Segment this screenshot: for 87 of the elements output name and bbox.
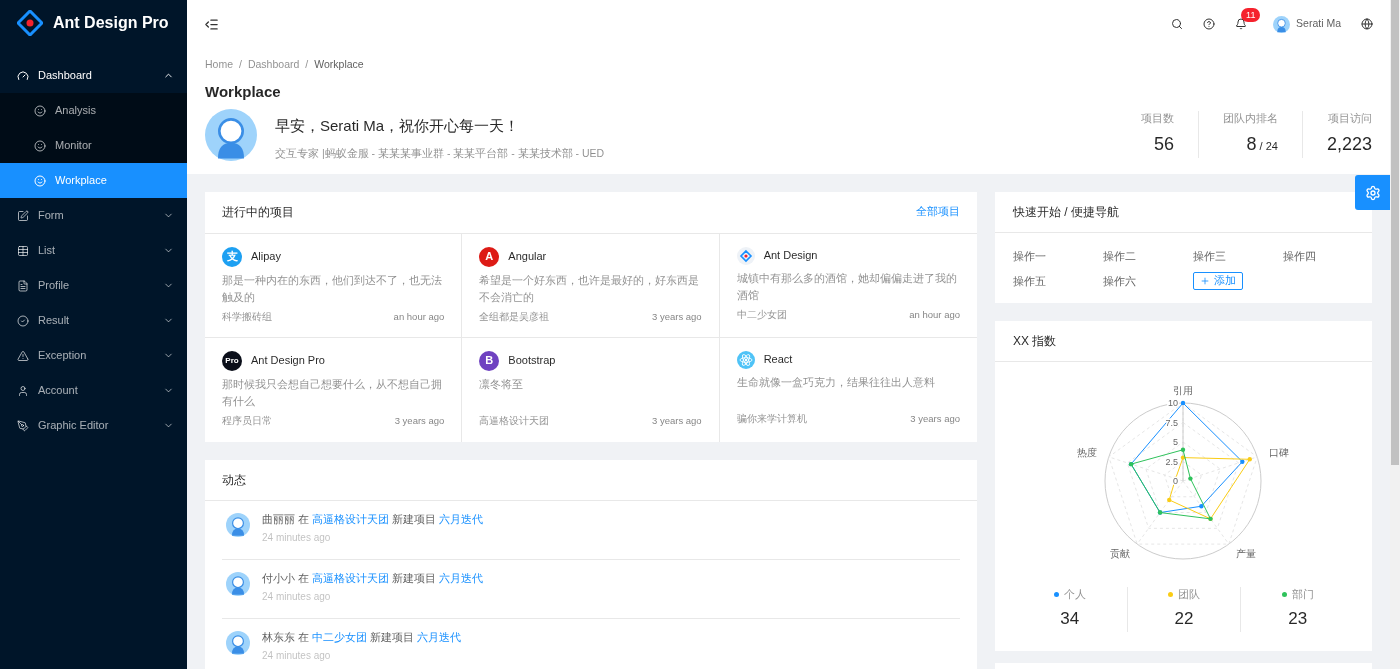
breadcrumb-item: Workplace xyxy=(314,57,364,72)
project-description: 那时候我只会想自己想要什么，从不想自己拥有什么 xyxy=(222,376,443,409)
greeting: 早安，Serati Ma，祝你开心每一天！ xyxy=(275,116,521,137)
quick-link[interactable]: 操作三 xyxy=(1193,246,1283,265)
page-title: Workplace xyxy=(205,81,282,102)
stat-value: 2,223 xyxy=(1326,133,1372,156)
axis-label: 贡献 xyxy=(1109,547,1130,559)
menu-item[interactable]: Form xyxy=(0,198,187,233)
project-card[interactable]: Pro Ant Design Pro 那时候我只会想自己想要什么，从不想自己拥有什么 程序员日常 3 years ago xyxy=(205,337,463,442)
user-title: 交互专家 |蚂蚁金服 - 某某某事业群 - 某某平台部 - 某某技术部 - UED xyxy=(275,145,605,161)
activity-text: 林东东 在 中二少女团 新建项目 六月迭代 xyxy=(262,629,461,645)
submenu-item[interactable]: Monitor xyxy=(0,128,187,163)
user-name[interactable]: Serati Ma xyxy=(1296,16,1341,32)
project-name: Angular xyxy=(508,249,547,265)
notification-badge: 11 xyxy=(1241,8,1261,22)
project-logo: B xyxy=(479,350,500,371)
card-title: 快速开始 / 便捷导航 xyxy=(1013,203,1119,221)
project-card[interactable]: A Angular 希望是一个好东西，也许是最好的，好东西是不会消亡的 全组都是吴彦祖 3 years ago xyxy=(462,233,720,338)
menu-item[interactable]: Exception xyxy=(0,338,187,373)
submenu-item[interactable]: Analysis xyxy=(0,93,187,128)
project-card[interactable]: React 生命就像一盒巧克力，结果往往出人意料 骗你来学计算机 3 years ago xyxy=(719,337,977,442)
axis-label: 引用 xyxy=(1173,384,1193,395)
axis-label: 热度 xyxy=(1076,446,1097,458)
quick-link[interactable]: 操作五 xyxy=(1013,271,1103,290)
project-description: 那是一种内在的东西，他们到达不了，也无法触及的 xyxy=(222,272,443,305)
activity-text: 付小小 在 高逼格设计天团 新建项目 六月迭代 xyxy=(262,570,483,586)
legend-label: 部门 xyxy=(1291,586,1314,602)
breadcrumb-separator: / xyxy=(239,57,242,72)
project-time: 3 years ago xyxy=(652,309,702,324)
project-card[interactable]: B Bootstrap 凛冬将至 高逼格设计天团 3 years ago xyxy=(462,337,720,442)
legend-label: 团队 xyxy=(1178,586,1200,602)
project-description: 希望是一个好东西，也许是最好的，好东西是不会消亡的 xyxy=(479,272,701,305)
tick-label: 5 xyxy=(1173,436,1178,447)
quick-link[interactable]: 操作四 xyxy=(1283,246,1373,265)
project-logo: 支 xyxy=(222,246,242,267)
project-group: 科学搬砖组 xyxy=(222,309,272,324)
menu-item[interactable]: Profile xyxy=(0,268,187,303)
project-time: 3 years ago xyxy=(652,413,702,428)
legend-value: 22 xyxy=(1174,608,1194,631)
card-title: XX 指数 xyxy=(1013,332,1057,350)
menu-item[interactable]: Graphic Editor xyxy=(0,408,187,443)
legend-value: 34 xyxy=(1060,608,1080,631)
project-name: React xyxy=(763,352,793,368)
app-title: Ant Design Pro xyxy=(53,13,169,33)
project-group: 骗你来学计算机 xyxy=(736,411,807,426)
stat-label: 项目访问 xyxy=(1328,111,1372,127)
project-time: an hour ago xyxy=(909,307,960,322)
stat-value: 8 xyxy=(1246,133,1257,156)
project-description: 生命就像一盒巧克力，结果往往出人意料 xyxy=(736,374,936,390)
stat-label: 团队内排名 xyxy=(1222,111,1278,127)
project-name: Ant Design Pro xyxy=(251,353,325,369)
tick-label: 7.5 xyxy=(1165,417,1178,427)
project-time: 3 years ago xyxy=(910,411,960,426)
project-logo: Pro xyxy=(222,350,242,371)
project-group: 高逼格设计天团 xyxy=(479,413,550,428)
project-time: an hour ago xyxy=(393,309,445,324)
project-description: 凛冬将至 xyxy=(479,376,525,392)
axis-label: 口碑 xyxy=(1269,446,1290,458)
menu-item[interactable]: Dashboard xyxy=(0,58,187,93)
project-name: Alipay xyxy=(251,249,281,265)
quick-link[interactable]: 操作一 xyxy=(1013,246,1103,265)
menu-item[interactable]: List xyxy=(0,233,187,268)
legend-value: 23 xyxy=(1288,608,1308,631)
stat-value: 56 xyxy=(1153,133,1174,156)
stat-suffix: / 24 xyxy=(1259,139,1278,154)
card-title: 动态 xyxy=(222,471,246,489)
stat-label: 项目数 xyxy=(1140,111,1174,127)
project-logo: A xyxy=(479,246,500,267)
legend-label: 个人 xyxy=(1063,586,1086,602)
activity-text: 曲丽丽 在 高逼格设计天团 新建项目 六月迭代 xyxy=(262,511,483,527)
axis-label: 产量 xyxy=(1236,547,1257,559)
project-description: 城镇中有那么多的酒馆，她却偏偏走进了我的酒馆 xyxy=(736,270,958,303)
quick-link[interactable]: 操作二 xyxy=(1103,246,1193,265)
tick-label: 2.5 xyxy=(1165,456,1178,466)
breadcrumb-separator: / xyxy=(305,57,309,72)
quick-link[interactable]: 操作六 xyxy=(1103,271,1193,290)
tick-label: 10 xyxy=(1168,397,1178,408)
tick-label: 0 xyxy=(1173,475,1178,486)
menu-item[interactable]: Result xyxy=(0,303,187,338)
project-name: Ant Design xyxy=(763,248,818,264)
card-title: 进行中的项目 xyxy=(222,204,294,221)
menu-item[interactable]: Account xyxy=(0,373,187,408)
project-time: 3 years ago xyxy=(394,413,445,428)
project-group: 程序员日常 xyxy=(222,413,272,428)
project-group: 全组都是吴彦祖 xyxy=(479,309,550,324)
project-card[interactable]: 支 Alipay 那是一种内在的东西，他们到达不了，也无法触及的 科学搬砖组 an hour ago xyxy=(205,233,463,338)
project-name: Bootstrap xyxy=(508,353,556,369)
